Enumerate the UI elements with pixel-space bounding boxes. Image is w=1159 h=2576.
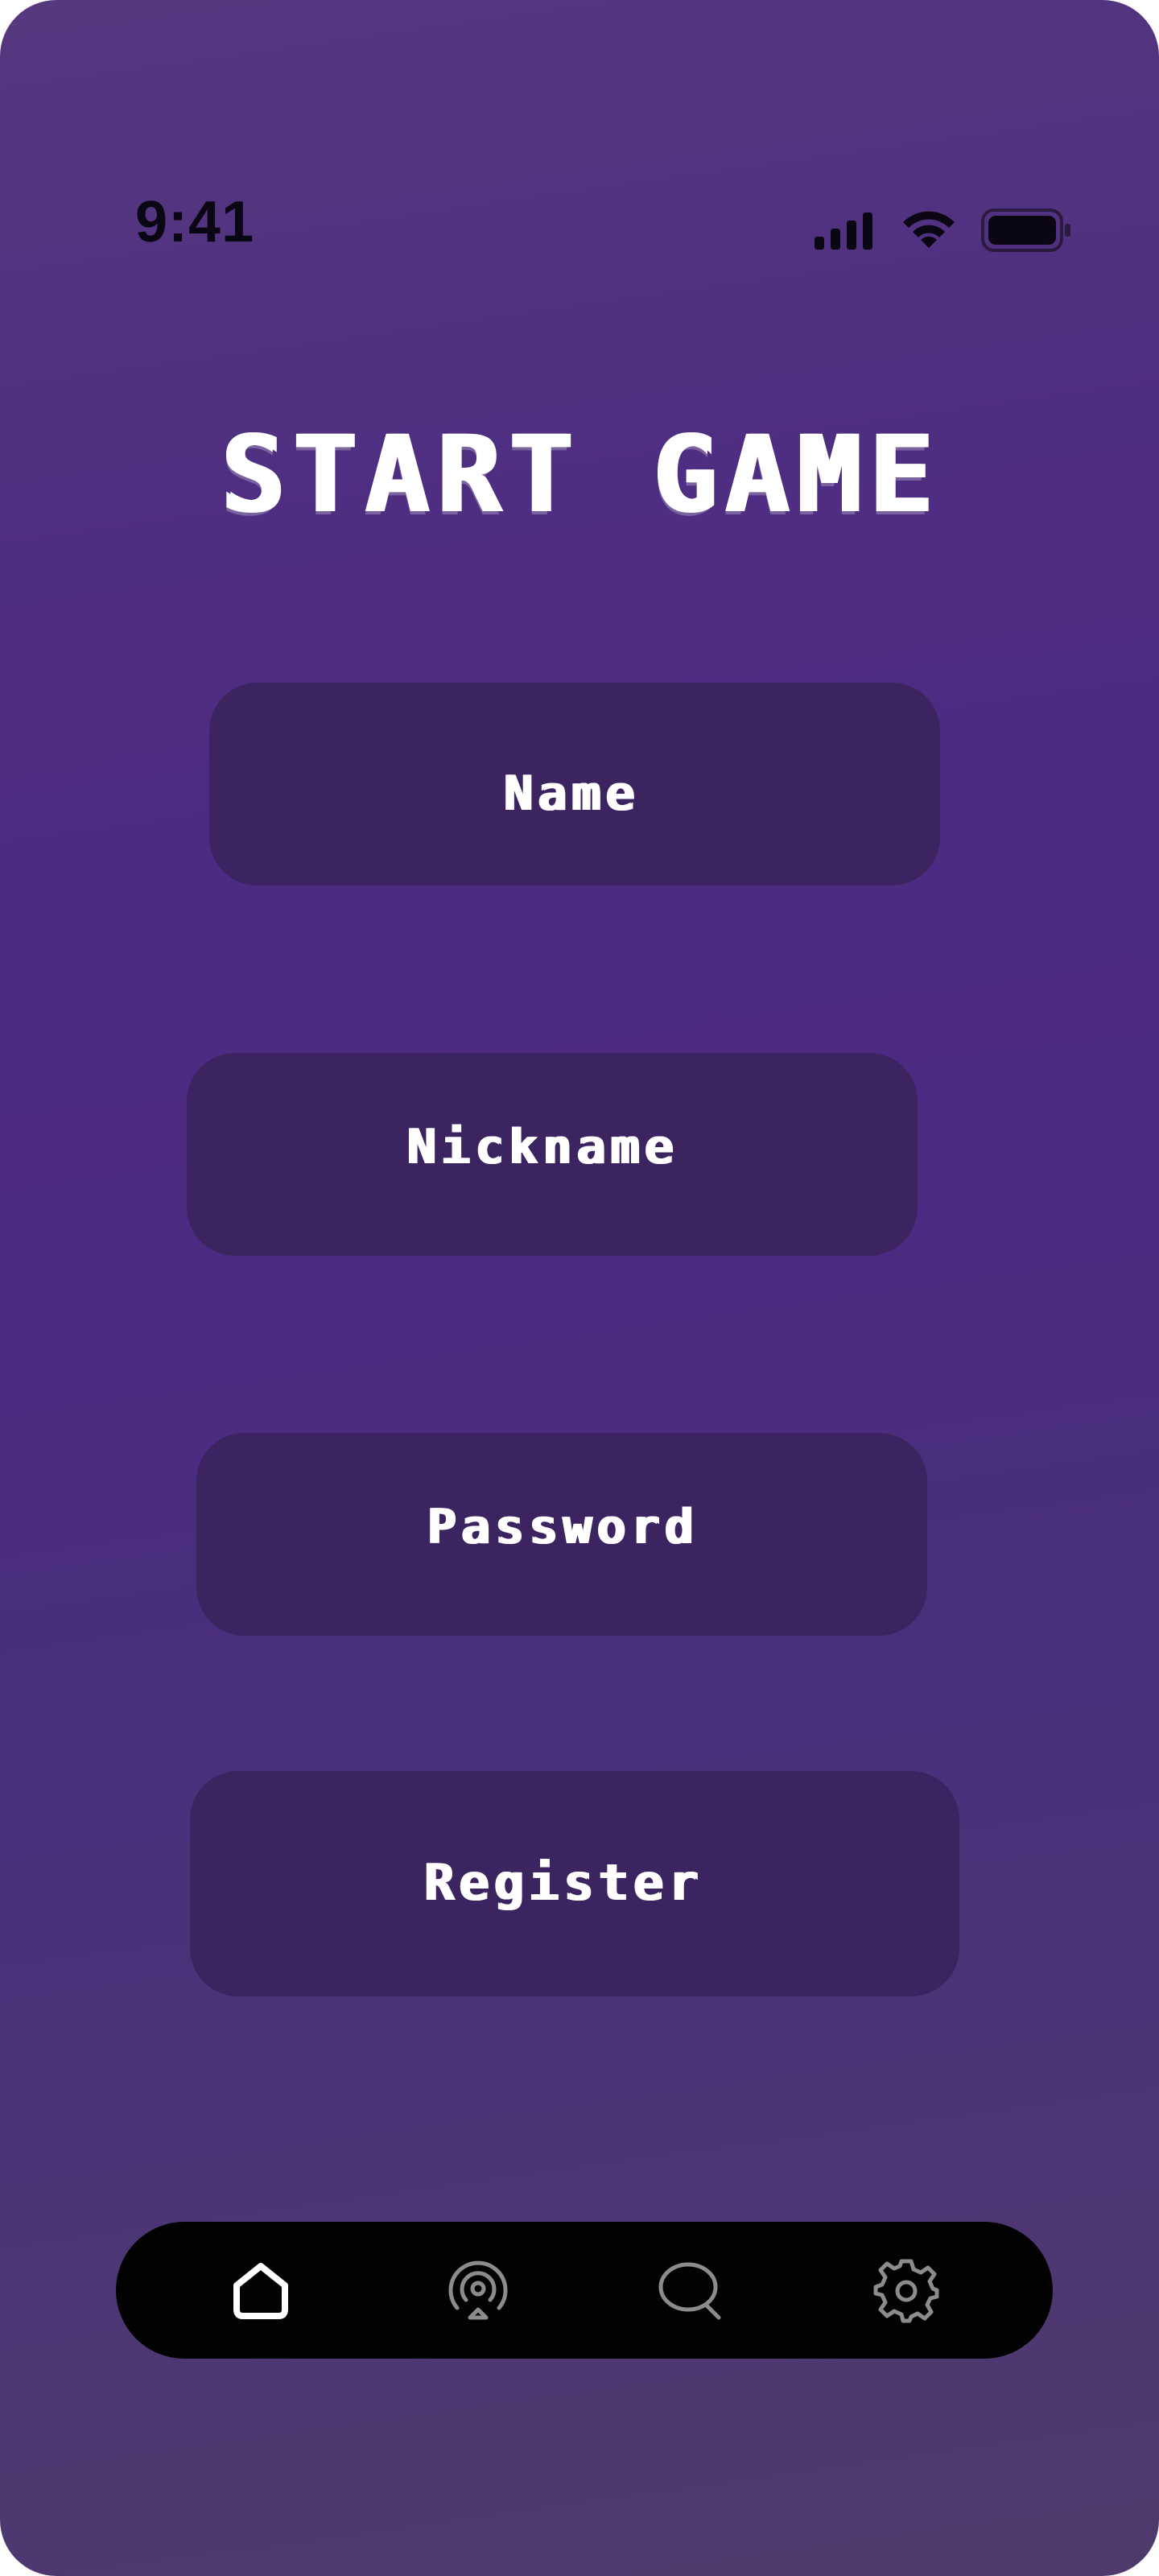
- wifi-icon: [903, 211, 955, 248]
- home-icon: [233, 2263, 288, 2319]
- register-button[interactable]: Register: [190, 1771, 959, 1996]
- nav-item-home[interactable]: [221, 2250, 301, 2330]
- settings-icon: [873, 2259, 939, 2323]
- nav-item-chat[interactable]: [651, 2250, 732, 2330]
- status-icons: [813, 208, 1070, 256]
- nav-item-broadcast[interactable]: [438, 2250, 518, 2330]
- app-screen: 9:41 START GAME Name Nickname Password R…: [0, 0, 1159, 2576]
- cellular-signal-icon: [815, 213, 872, 250]
- name-field[interactable]: Name: [209, 683, 940, 886]
- broadcast-icon: [448, 2260, 508, 2320]
- bottom-nav: [116, 2222, 1053, 2359]
- battery-icon: [981, 208, 1070, 252]
- name-field-label: Name: [502, 766, 639, 822]
- password-field[interactable]: Password: [196, 1433, 927, 1636]
- nav-item-settings[interactable]: [866, 2250, 947, 2330]
- nickname-field[interactable]: Nickname: [187, 1053, 918, 1256]
- password-field-label: Password: [426, 1499, 698, 1555]
- register-button-label: Register: [423, 1852, 703, 1912]
- nickname-field-label: Nickname: [406, 1119, 678, 1175]
- page-title: START GAME: [219, 413, 940, 537]
- status-time: 9:41: [135, 190, 255, 254]
- chat-icon: [658, 2262, 721, 2320]
